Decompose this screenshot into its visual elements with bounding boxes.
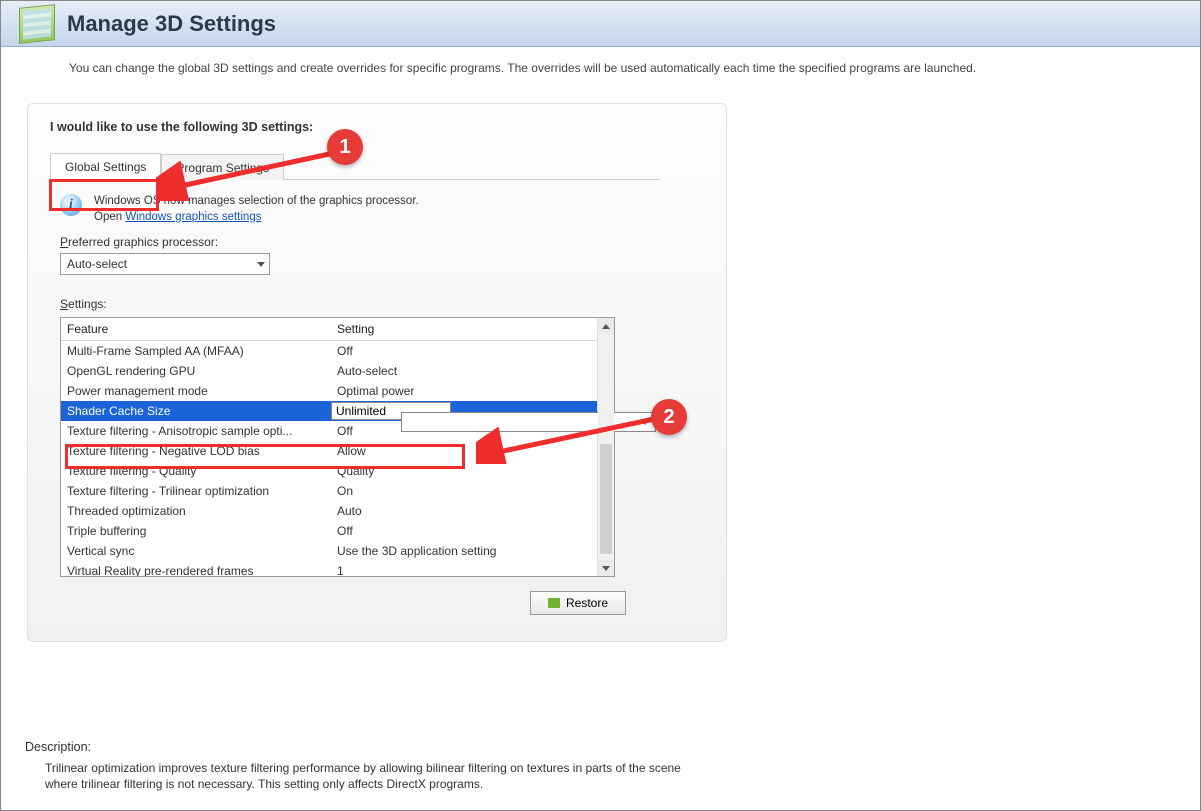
restore-label: Restore — [566, 596, 608, 610]
title-bar: Manage 3D Settings — [1, 1, 1200, 47]
table-row[interactable]: Texture filtering - Trilinear optimizati… — [61, 481, 597, 501]
preferred-graphics-label: Preferred graphics processor: — [60, 235, 704, 249]
chevron-up-icon — [602, 324, 610, 329]
section-title: I would like to use the following 3D set… — [50, 120, 704, 134]
info-line1: Windows OS now manages selection of the … — [94, 195, 419, 207]
feature-cell: Texture filtering - Negative LOD bias — [61, 440, 331, 462]
feature-cell: Texture filtering - Trilinear optimizati… — [61, 480, 331, 502]
description-text: Trilinear optimization improves texture … — [25, 760, 705, 792]
feature-cell: Shader Cache Size — [61, 400, 331, 422]
app-icon — [19, 4, 55, 44]
feature-cell: Vertical sync — [61, 540, 331, 562]
nvidia-icon — [548, 598, 560, 608]
annotation-callout-2: 2 — [651, 399, 687, 435]
table-row[interactable]: Power management modeOptimal power — [61, 381, 597, 401]
table-row[interactable]: Threaded optimizationAuto — [61, 501, 597, 521]
feature-cell: Triple buffering — [61, 520, 331, 542]
table-row[interactable]: Texture filtering - Negative LOD biasAll… — [61, 441, 597, 461]
settings-header: Feature Setting — [61, 318, 597, 341]
scrollbar[interactable] — [597, 318, 614, 576]
column-setting[interactable]: Setting — [331, 318, 597, 340]
feature-cell: Virtual Reality pre-rendered frames — [61, 560, 331, 576]
column-feature[interactable]: Feature — [61, 318, 331, 340]
annotation-callout-1: 1 — [327, 129, 363, 165]
scrollbar-track[interactable] — [598, 334, 614, 560]
setting-cell: Auto-select — [331, 360, 597, 382]
settings-panel: I would like to use the following 3D set… — [27, 103, 727, 642]
settings-table: Feature Setting Multi-Frame Sampled AA (… — [60, 317, 615, 577]
page-title: Manage 3D Settings — [67, 11, 276, 37]
feature-cell: OpenGL rendering GPU — [61, 360, 331, 382]
setting-cell: Optimal power — [331, 380, 597, 402]
table-row[interactable]: Texture filtering - QualityQuality — [61, 461, 597, 481]
scroll-down-button[interactable] — [598, 560, 614, 576]
info-icon: i — [60, 194, 82, 216]
feature-cell: Power management mode — [61, 380, 331, 402]
chevron-down-icon — [641, 420, 649, 425]
description-section: Description: Trilinear optimization impr… — [25, 740, 1176, 792]
chevron-down-icon — [257, 262, 265, 267]
description-title: Description: — [25, 740, 1176, 754]
setting-cell: Off — [331, 340, 597, 362]
setting-cell: Auto — [331, 500, 597, 522]
table-row[interactable]: Triple bufferingOff — [61, 521, 597, 541]
info-text: Windows OS now manages selection of the … — [94, 194, 419, 225]
info-row: i Windows OS now manages selection of th… — [60, 194, 704, 225]
table-row[interactable]: Virtual Reality pre-rendered frames1 — [61, 561, 597, 576]
feature-cell: Threaded optimization — [61, 500, 331, 522]
scroll-up-button[interactable] — [598, 318, 614, 334]
intro-text: You can change the global 3D settings an… — [1, 47, 1200, 75]
table-row[interactable]: OpenGL rendering GPUAuto-select — [61, 361, 597, 381]
setting-value-dropdown[interactable] — [401, 412, 656, 432]
windows-graphics-settings-link[interactable]: Windows graphics settings — [125, 211, 261, 223]
feature-cell: Texture filtering - Anisotropic sample o… — [61, 420, 331, 442]
settings-label: Settings: — [60, 297, 704, 311]
setting-cell: Off — [331, 520, 597, 542]
restore-button[interactable]: Restore — [530, 591, 626, 615]
setting-cell: 1 — [331, 560, 597, 576]
preferred-graphics-value: Auto-select — [67, 257, 127, 271]
info-line2-prefix: Open — [94, 211, 125, 223]
feature-cell: Multi-Frame Sampled AA (MFAA) — [61, 340, 331, 362]
setting-cell: Allow — [331, 440, 597, 462]
feature-cell: Texture filtering - Quality — [61, 460, 331, 482]
setting-cell: On — [331, 480, 597, 502]
chevron-down-icon — [602, 566, 610, 571]
table-row[interactable]: Vertical syncUse the 3D application sett… — [61, 541, 597, 561]
tab-global-settings[interactable]: Global Settings — [50, 153, 161, 180]
setting-cell: Quality — [331, 460, 597, 482]
tab-program-settings[interactable]: Program Settings — [161, 154, 284, 180]
table-row[interactable]: Multi-Frame Sampled AA (MFAA)Off — [61, 341, 597, 361]
setting-cell: Use the 3D application setting — [331, 540, 597, 562]
preferred-graphics-dropdown[interactable]: Auto-select — [60, 253, 270, 275]
scrollbar-thumb[interactable] — [600, 444, 612, 554]
